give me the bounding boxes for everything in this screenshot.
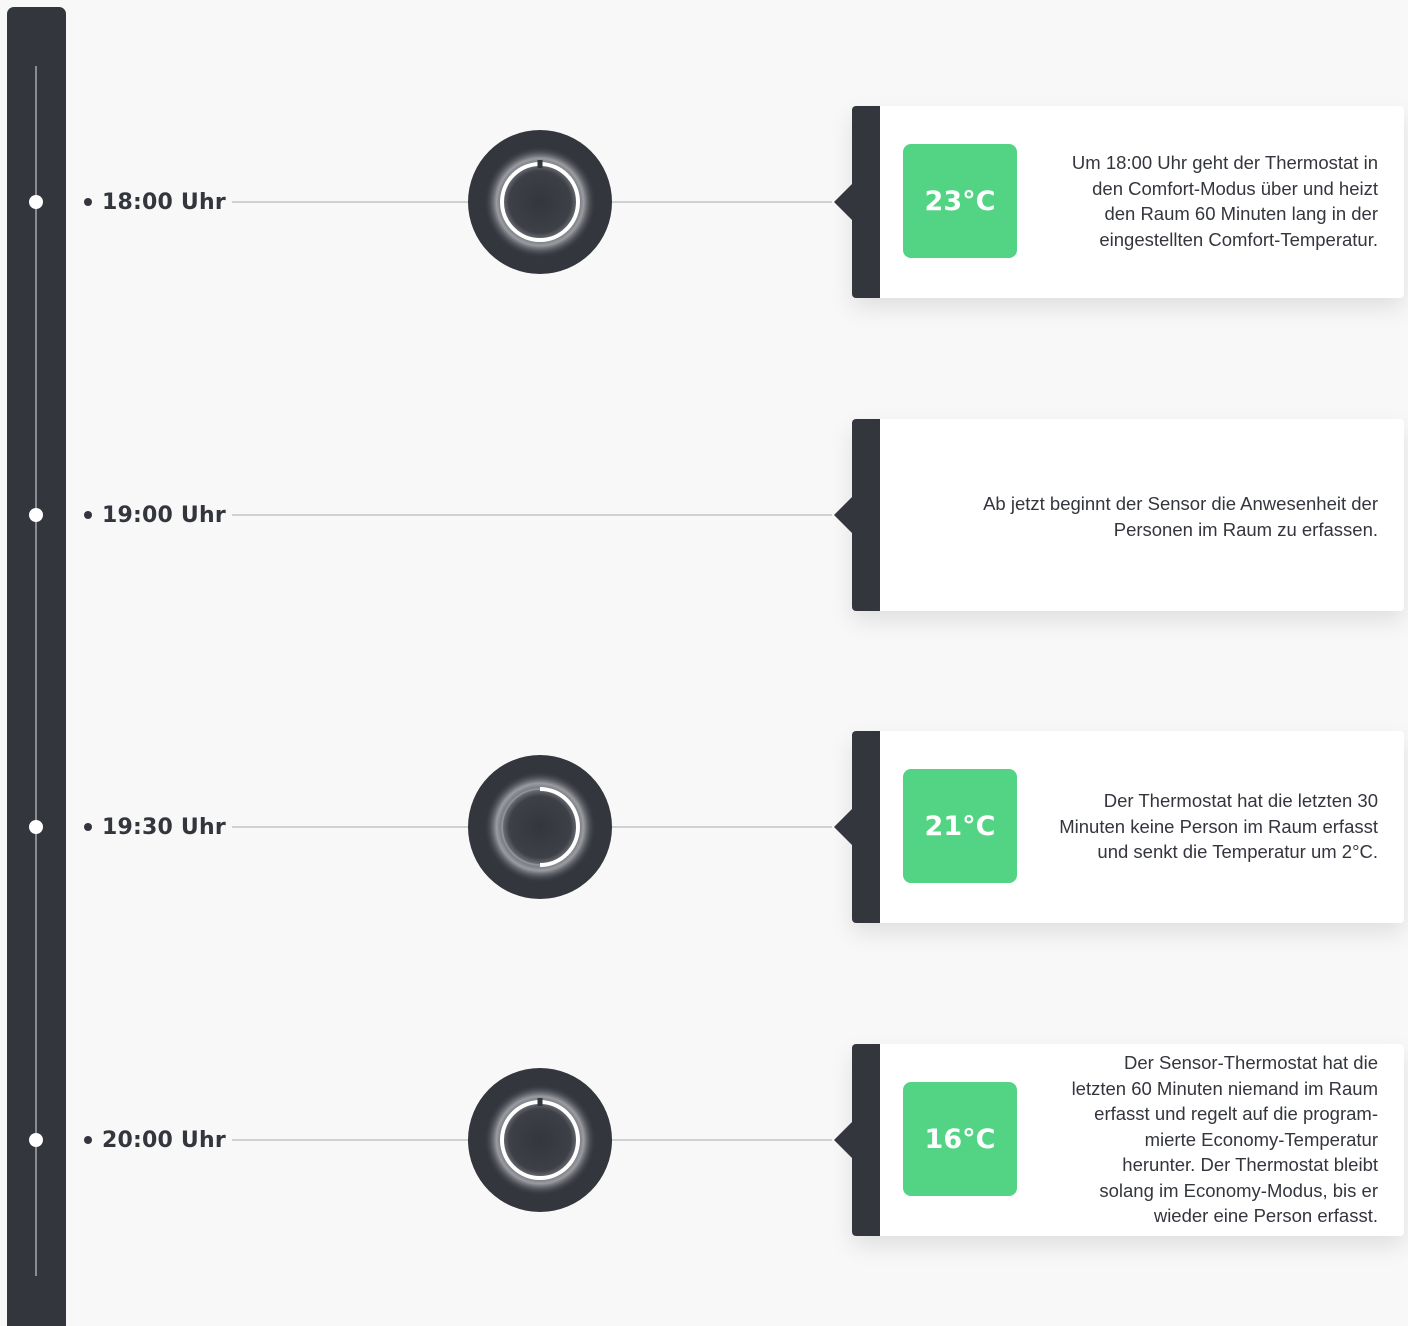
card-accent-bar: [852, 106, 880, 298]
info-card: Ab jetzt beginnt der Sensor die Anwesenh…: [834, 419, 1404, 611]
time-label: 19:30 Uhr: [84, 812, 226, 842]
time-text: 19:30 Uhr: [102, 814, 226, 840]
card-description: Ab jetzt beginnt der Sensor die Anwesenh…: [983, 493, 1378, 540]
card-pointer: [834, 496, 853, 534]
card-pointer: [834, 183, 853, 221]
info-card: 23°C Um 18:00 Uhr geht der Thermostat in…: [834, 106, 1404, 298]
card-description: Der Thermostat hat die letzten 30 Minute…: [1059, 790, 1378, 862]
card-description: Der Sensor-Thermostat hat die letzten 60…: [1071, 1052, 1378, 1226]
card-accent-bar: [852, 419, 880, 611]
timeline-row-1900: 19:00 Uhr Ab jetzt beginnt der Sensor di…: [0, 414, 1408, 614]
temperature-badge: 16°C: [903, 1082, 1017, 1196]
timeline-page: 18:00 Uhr 23°C Um 18:00 Uhr geht der The…: [0, 0, 1408, 1326]
time-label: 19:00 Uhr: [84, 500, 226, 530]
card-accent-bar: [852, 731, 880, 923]
time-text: 20:00 Uhr: [102, 1127, 226, 1153]
bullet-icon: [84, 1136, 92, 1144]
time-label: 18:00 Uhr: [84, 187, 226, 217]
timeline-row-2000: 20:00 Uhr 16°C Der Sensor-Thermostat hat…: [0, 1039, 1408, 1239]
info-card: 21°C Der Thermostat hat die letzten 30 M…: [834, 731, 1404, 923]
temperature-badge: 23°C: [903, 144, 1017, 258]
time-label: 20:00 Uhr: [84, 1125, 226, 1155]
timeline-row-1800: 18:00 Uhr 23°C Um 18:00 Uhr geht der The…: [0, 101, 1408, 301]
card-pointer: [834, 808, 853, 846]
bullet-icon: [84, 198, 92, 206]
card-pointer: [834, 1121, 853, 1159]
temperature-badge: 21°C: [903, 769, 1017, 883]
timeline-row-1930: 19:30 Uhr 21°C Der Thermostat hat die le…: [0, 726, 1408, 926]
time-text: 18:00 Uhr: [102, 189, 226, 215]
bullet-icon: [84, 511, 92, 519]
thermostat-half-ring-icon: [468, 755, 612, 899]
info-card: 16°C Der Sensor-Thermostat hat die letzt…: [834, 1044, 1404, 1236]
thermostat-ring-icon: [468, 130, 612, 274]
time-text: 19:00 Uhr: [102, 502, 226, 528]
bullet-icon: [84, 823, 92, 831]
card-description: Um 18:00 Uhr geht der Thermostat in den …: [1071, 152, 1378, 250]
thermostat-ring-icon: [468, 1068, 612, 1212]
card-accent-bar: [852, 1044, 880, 1236]
connector-line: [232, 514, 832, 516]
